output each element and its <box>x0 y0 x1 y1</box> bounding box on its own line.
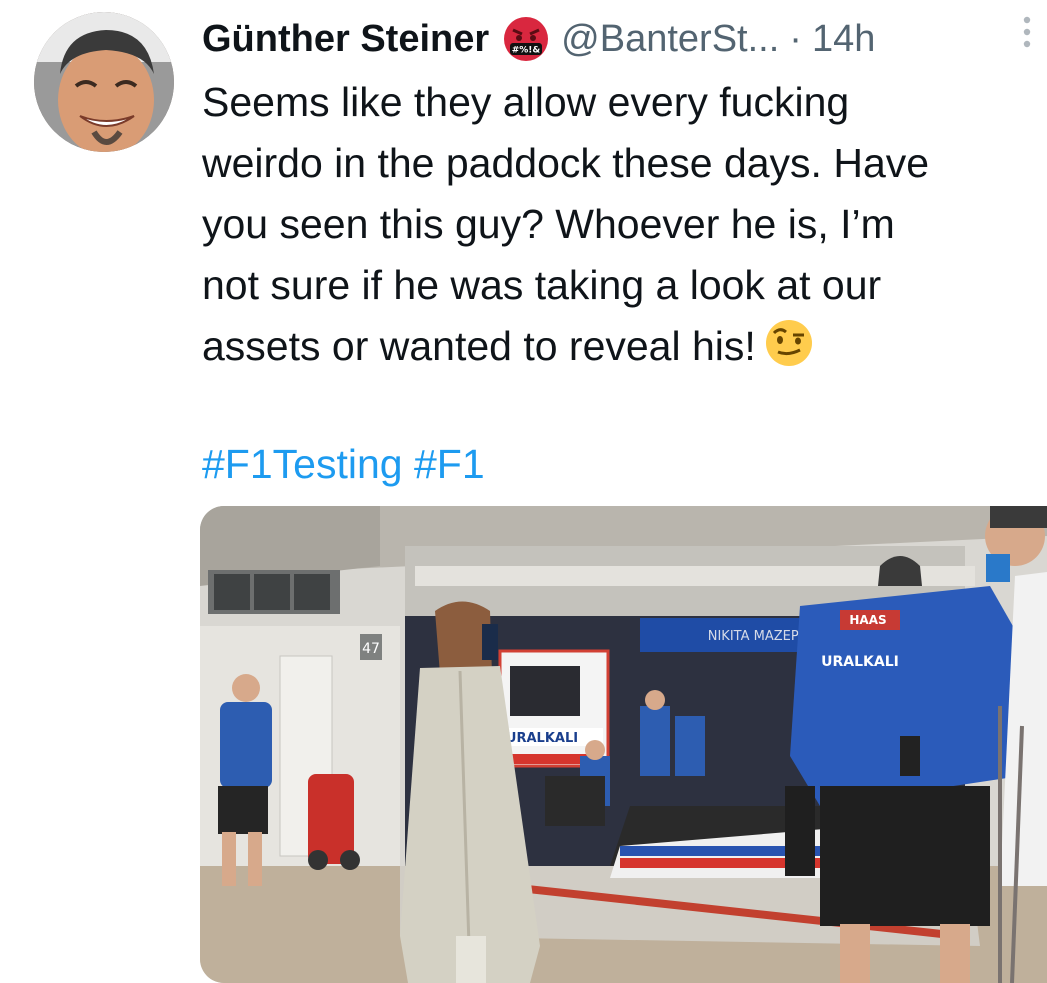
hashtag-f1testing[interactable]: #F1Testing <box>202 441 403 487</box>
tweet-media-photo[interactable]: 47 NIKITA MAZEPIN URALKALI HAAS URALKALI <box>200 506 1047 983</box>
tweet-text-line: assets or wanted to reveal his! <box>202 323 756 369</box>
hashtag-f1[interactable]: #F1 <box>414 441 485 487</box>
tweet-text-line: Seems like they allow every fucking <box>202 79 850 125</box>
jacket-logo-text: HAAS <box>849 613 886 627</box>
garage-banner-text: NIKITA MAZEPIN <box>708 629 813 644</box>
paddock-photo: 47 NIKITA MAZEPIN URALKALI HAAS URALKALI <box>200 506 1047 983</box>
avatar-portrait <box>34 12 174 152</box>
hashtags: #F1Testing #F1 <box>202 436 485 492</box>
angry-face-icon: #%!& <box>503 16 549 62</box>
tweet-text-line: weirdo in the paddock these days. Have <box>202 140 930 186</box>
tweet-text-line: not sure if he was taking a look at our <box>202 262 882 308</box>
more-vertical-icon[interactable] <box>1021 12 1033 52</box>
raised-eyebrow-face-icon <box>764 318 814 368</box>
jacket-sponsor-text: URALKALI <box>821 654 899 670</box>
handle[interactable]: @BanterSt... <box>561 14 779 64</box>
svg-text:#%!&: #%!& <box>512 46 541 56</box>
timestamp[interactable]: 14h <box>812 14 875 64</box>
tweet-text-line: you seen this guy? Whoever he is, I’m <box>202 201 895 247</box>
tweet-text: Seems like they allow every fucking weir… <box>202 72 1002 377</box>
display-name[interactable]: Günther Steiner <box>202 14 489 64</box>
garage-number: 47 <box>362 641 380 657</box>
tweet-text-line-last: assets or wanted to reveal his! <box>202 316 1002 377</box>
tweet-header: Günther Steiner #%!& @BanterSt... · 14h <box>202 14 1027 64</box>
garage-sponsor-text: URALKALI <box>506 731 578 746</box>
avatar[interactable] <box>34 12 174 152</box>
separator-dot: · <box>789 18 802 60</box>
